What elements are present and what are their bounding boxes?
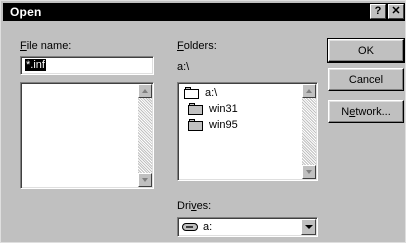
drives-label: Drives: — [177, 200, 212, 212]
chevron-down-icon — [304, 225, 313, 229]
arrow-down-icon — [142, 178, 148, 182]
folder-item-label: win31 — [209, 103, 238, 115]
drives-selected: a: — [203, 221, 213, 233]
file-list-scrollbar[interactable] — [138, 84, 152, 187]
arrow-down-icon — [306, 170, 312, 174]
file-name-value: *.inf — [25, 59, 46, 71]
folder-icon — [188, 119, 204, 131]
network-button[interactable]: Ne twork... — [328, 100, 404, 123]
folder-item-root[interactable]: a:\ — [184, 85, 217, 101]
file-name-input[interactable]: *.inf — [20, 56, 154, 75]
arrow-up-icon — [306, 89, 312, 93]
cancel-button[interactable]: Cancel — [328, 68, 404, 91]
file-list-scroll-down[interactable] — [138, 173, 152, 187]
arrow-up-icon — [142, 89, 148, 93]
open-folder-icon — [184, 87, 200, 99]
file-list[interactable] — [20, 82, 154, 189]
folders-label: Folders: — [177, 40, 217, 52]
dialog-title: Open — [10, 5, 42, 19]
close-button[interactable]: ✕ — [388, 4, 404, 19]
folder-icon — [188, 103, 204, 115]
ok-button[interactable]: OK — [327, 38, 405, 63]
folder-item-label: a:\ — [205, 87, 218, 99]
file-list-scroll-up[interactable] — [138, 84, 152, 98]
folder-list-scrollbar[interactable] — [302, 84, 316, 179]
folder-item-label: win95 — [209, 119, 238, 131]
help-button[interactable]: ? — [370, 4, 386, 19]
floppy-drive-icon — [182, 223, 198, 231]
folder-list-scroll-down[interactable] — [302, 165, 316, 179]
current-path: a:\ — [177, 61, 190, 73]
file-name-label: File name: — [20, 40, 72, 52]
folder-list-scroll-up[interactable] — [302, 84, 316, 98]
folder-item-win95[interactable]: win95 — [188, 117, 238, 133]
folder-item-win31[interactable]: win31 — [188, 101, 238, 117]
open-dialog: Open ? ✕ File name: *.inf Folders: a:\ a… — [0, 0, 406, 243]
title-bar[interactable]: Open ? ✕ — [3, 3, 405, 21]
drives-dropdown[interactable]: a: — [177, 217, 318, 237]
drives-dropdown-button[interactable] — [301, 219, 316, 235]
folder-list[interactable]: a:\ win31 win95 — [177, 82, 318, 181]
